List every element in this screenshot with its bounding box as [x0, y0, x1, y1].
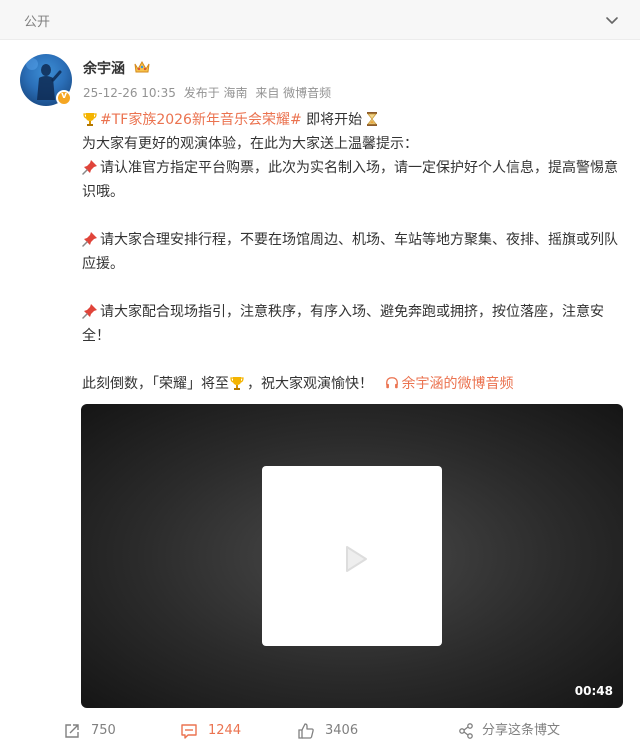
- like-count: 3406: [325, 723, 359, 738]
- comment-icon: [181, 724, 197, 739]
- headphones-icon: [386, 377, 399, 389]
- post-line-2: 为大家有更好的观演体验，在此为大家送上温馨提示：: [82, 136, 418, 152]
- visibility-label: 公开: [24, 15, 51, 30]
- tip-2-text: 请大家合理安排行程，不要在场馆周边、机场、车站等地方聚集、夜排、摇旗或列队应援。: [82, 232, 618, 272]
- author-name[interactable]: 余宇涵: [83, 58, 125, 78]
- closing-line: 此刻倒数，「荣耀」将至 ，祝大家观演愉快！ 余宇涵的微博音频: [82, 372, 622, 396]
- tip-3: 请大家配合现场指引，注意秩序，有序入场、避免奔跑或拥挤，按位落座，注意安全！: [82, 300, 622, 348]
- post-meta: 25-12-26 10:35 发布于 海南 来自 微博音频: [83, 84, 335, 101]
- audio-link[interactable]: 余宇涵的微博音频: [385, 376, 513, 392]
- pushpin-icon: [82, 304, 97, 319]
- video-player[interactable]: 00:48: [81, 404, 623, 708]
- post-timestamp[interactable]: 25-12-26 10:35: [83, 86, 176, 100]
- tip-1-text: 请认准官方指定平台购票，此次为实名制入场，请一定保护好个人信息，提高警惕意识哦。: [82, 160, 618, 200]
- forward-count: 750: [91, 723, 116, 738]
- post-source[interactable]: 来自 微博音频: [255, 86, 331, 100]
- forward-icon: [65, 724, 79, 738]
- verified-v-icon: v: [56, 90, 72, 106]
- post-location: 发布于 海南: [183, 86, 248, 100]
- hashtag-link[interactable]: #TF家族2026新年音乐会荣耀#: [100, 112, 302, 128]
- post-body: #TF家族2026新年音乐会荣耀# 即将开始 为大家有更好的观演体验，在此为大家…: [82, 108, 622, 396]
- thumbs-up-icon: [298, 723, 314, 739]
- closing-suffix: ，祝大家观演愉快！: [247, 376, 373, 392]
- trophy-icon: [83, 113, 97, 126]
- comment-count: 1244: [208, 723, 242, 738]
- closing-prefix: 此刻倒数，「荣耀」将至: [82, 376, 229, 392]
- share-icon: [459, 723, 473, 739]
- pushpin-icon: [82, 232, 97, 247]
- visibility-bar: 公开: [0, 0, 640, 40]
- play-icon[interactable]: [334, 539, 374, 579]
- hourglass-icon: [367, 112, 378, 126]
- action-bar: 750 1244 3406 分享这条博文: [0, 712, 640, 751]
- post-line-1-suffix: 即将开始: [301, 112, 363, 128]
- chevron-down-icon[interactable]: [604, 12, 620, 28]
- audio-link-text[interactable]: 余宇涵的微博音频: [401, 376, 513, 392]
- share-label: 分享这条博文: [482, 723, 561, 738]
- video-duration: 00:48: [574, 684, 613, 698]
- tip-1: 请认准官方指定平台购票，此次为实名制入场，请一定保护好个人信息，提高警惕意识哦。: [82, 156, 622, 204]
- post-line-1: #TF家族2026新年音乐会荣耀# 即将开始: [82, 108, 622, 132]
- trophy-icon: [230, 377, 244, 390]
- tip-2: 请大家合理安排行程，不要在场馆周边、机场、车站等地方聚集、夜排、摇旗或列队应援。: [82, 228, 622, 276]
- tip-3-text: 请大家配合现场指引，注意秩序，有序入场、避免奔跑或拥挤，按位落座，注意安全！: [82, 304, 604, 344]
- pushpin-icon: [82, 160, 97, 175]
- crown-icon: [134, 60, 150, 73]
